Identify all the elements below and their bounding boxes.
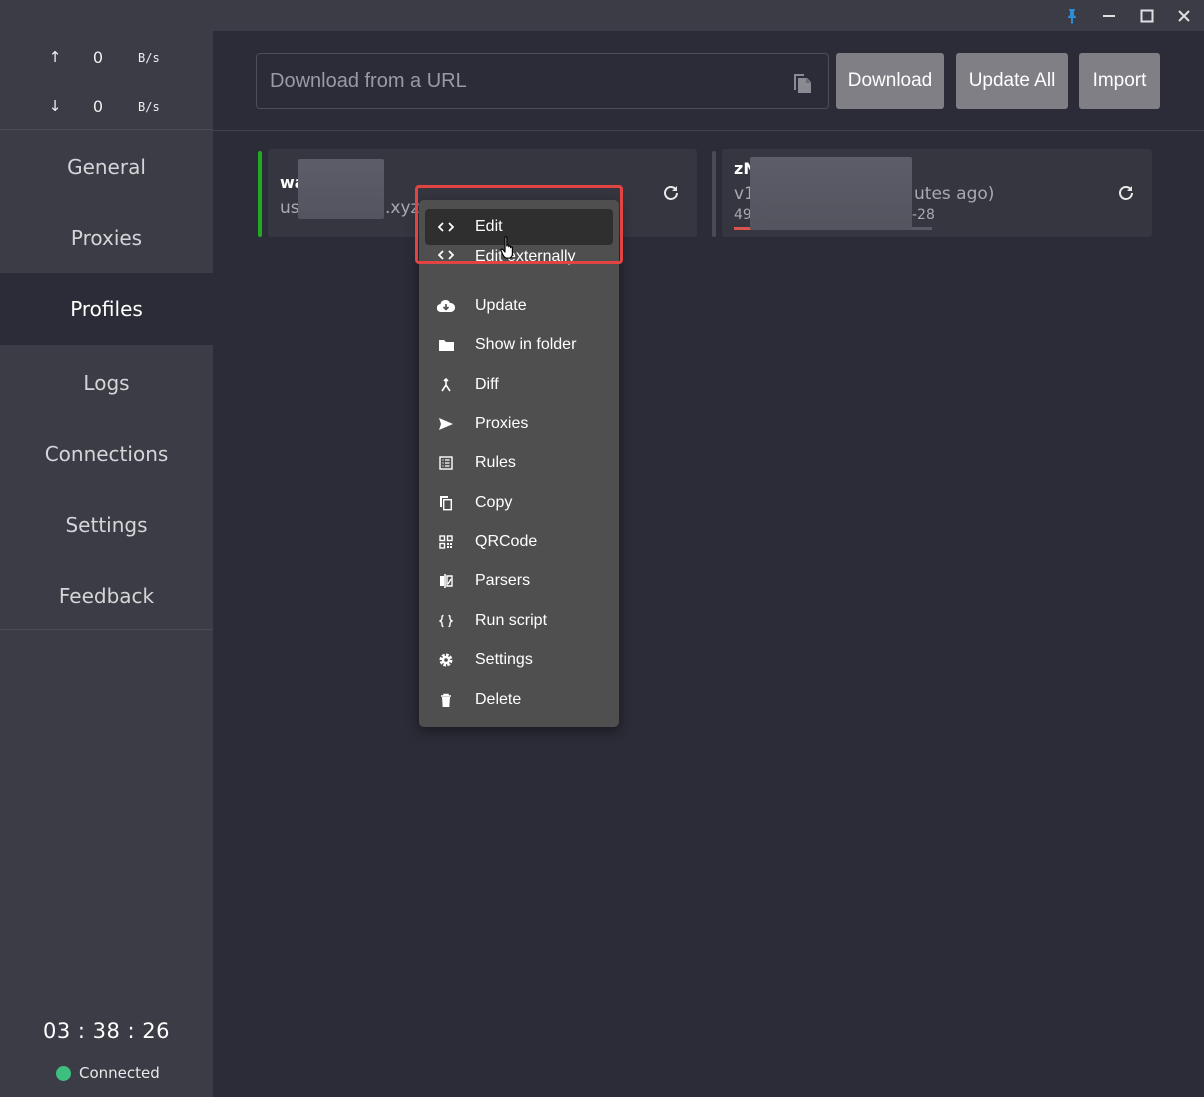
profile-card[interactable]: zN v1 utes ago) 49 -28 [712,149,1152,237]
traffic-panel: ↑ 0 B/s ↓ 0 B/s [0,31,213,130]
profile-url-end: .xyz [385,198,420,218]
menu-item-label: Settings [475,651,533,668]
minimize-icon[interactable] [1090,0,1128,31]
download-unit: B/s [138,100,160,114]
menu-item-label: Run script [475,612,548,629]
list-icon [437,454,455,472]
redacted-region [298,159,384,219]
sidebar-item-label: Settings [65,512,148,537]
hand-cursor-icon [500,235,518,265]
status-dot-icon [56,1065,71,1081]
merge-icon [437,376,455,394]
pin-icon[interactable] [1053,0,1091,31]
menu-item-label: Copy [475,494,513,511]
menu-item-rules[interactable]: Rules [425,445,613,481]
menu-item-settings[interactable]: Settings [425,642,613,678]
upload-speed: ↑ 0 B/s [0,46,213,70]
sidebar-item-general[interactable]: General [0,131,213,202]
url-field [256,53,829,109]
import-button[interactable]: Import [1079,53,1160,109]
menu-item-label: Rules [475,454,516,471]
copy-icon [437,494,455,512]
menu-item-edit[interactable]: Edit [425,209,613,245]
refresh-icon[interactable] [1117,184,1135,206]
close-icon[interactable] [1165,0,1203,31]
cloud-download-icon [437,297,455,315]
sidebar: ↑ 0 B/s ↓ 0 B/s General Proxies Profiles… [0,31,213,1097]
nav-group-top: General Proxies [0,131,213,273]
download-arrow-icon: ↓ [48,97,62,115]
sidebar-item-proxies[interactable]: Proxies [0,202,213,273]
sidebar-item-logs[interactable]: Logs [0,347,213,418]
upload-arrow-icon: ↑ [48,48,62,66]
menu-item-show-in-folder[interactable]: Show in folder [425,327,613,363]
folder-icon [437,336,455,354]
status-label: Connected [79,1064,160,1082]
menu-item-proxies[interactable]: Proxies [425,406,613,442]
sidebar-item-label: Feedback [58,583,155,608]
download-value: 0 [92,97,104,116]
sidebar-item-label: Proxies [70,225,143,250]
profiles-header: Download Update All Import [213,31,1204,131]
download-button[interactable]: Download [836,53,944,109]
update-all-button[interactable]: Update All [956,53,1068,109]
sidebar-item-connections[interactable]: Connections [0,418,213,489]
sidebar-item-label: General [67,154,146,179]
inactive-indicator [712,151,716,237]
profile-expire-end: -28 [912,207,935,223]
code-icon [437,218,455,236]
menu-item-label: Update [475,297,527,314]
title-bar [0,0,1204,31]
connection-status: Connected [56,1063,160,1083]
menu-item-delete[interactable]: Delete [425,682,613,718]
active-indicator [258,151,262,237]
sidebar-item-feedback[interactable]: Feedback [0,560,213,631]
url-input[interactable] [270,66,770,96]
menu-item-label: Edit [475,218,503,235]
upload-unit: B/s [138,51,160,65]
maximize-icon[interactable] [1128,0,1166,31]
menu-item-label: Proxies [475,415,529,432]
sidebar-item-label: Connections [44,441,169,466]
compare-icon [437,572,455,590]
paste-icon[interactable] [791,70,813,98]
upload-value: 0 [92,48,104,67]
nav-group-bottom: Logs Connections Settings Feedback [0,345,213,630]
menu-item-label: QRCode [475,533,538,550]
code-icon [437,248,455,264]
braces-icon [437,612,455,630]
menu-item-run-script[interactable]: Run script [425,603,613,639]
sidebar-item-label: Profiles [70,297,143,321]
menu-item-qrcode[interactable]: QRCode [425,524,613,560]
menu-item-label: Edit externally [475,248,576,265]
menu-item-label: Show in folder [475,336,577,353]
uptime-clock: 03 : 38 : 26 [42,1019,171,1043]
menu-item-label: Delete [475,691,522,708]
gear-icon [437,651,455,669]
menu-item-label: Diff [475,376,499,393]
refresh-icon[interactable] [662,184,680,206]
send-icon [437,415,455,433]
menu-item-label: Parsers [475,572,531,589]
sidebar-item-label: Logs [83,370,130,395]
profile-context-menu: Edit Edit externally Update Show in fold… [419,200,619,727]
menu-item-copy[interactable]: Copy [425,485,613,521]
profile-url-start: us [280,198,300,218]
download-speed: ↓ 0 B/s [0,95,213,119]
menu-item-update[interactable]: Update [425,288,613,324]
trash-icon [437,691,455,709]
redacted-region [750,157,912,230]
menu-item-edit-externally[interactable]: Edit externally [425,248,613,274]
menu-item-parsers[interactable]: Parsers [425,563,613,599]
menu-item-diff[interactable]: Diff [425,367,613,403]
qrcode-icon [437,533,455,551]
sidebar-item-profiles[interactable]: Profiles [0,274,213,344]
profile-update-time-end: utes ago) [914,184,995,204]
sidebar-item-settings[interactable]: Settings [0,489,213,560]
